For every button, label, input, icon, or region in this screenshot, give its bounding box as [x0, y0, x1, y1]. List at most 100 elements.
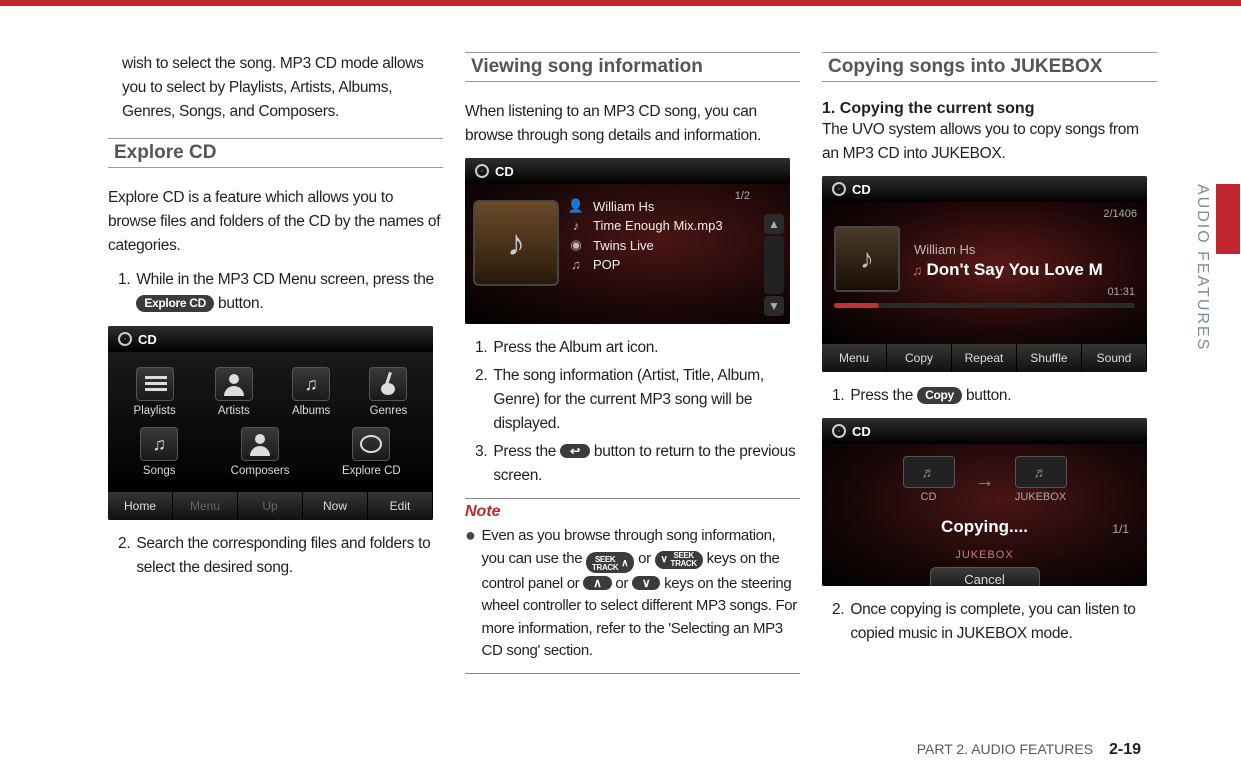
copy-counter: 1/1: [1112, 522, 1129, 536]
btn-sound: Sound: [1082, 344, 1147, 372]
label: Songs: [143, 465, 176, 477]
text: or: [615, 575, 631, 592]
text: William Hs: [593, 199, 654, 214]
explore-cd-icon: [352, 427, 390, 461]
step-number: 2.: [832, 598, 844, 646]
text: button.: [218, 295, 263, 312]
note-icon: ♫: [912, 262, 923, 278]
fig-body: 1/2 👤William Hs ♪Time Enough Mix.mp3 ◉Tw…: [465, 184, 790, 324]
col3-intro-para: The UVO system allows you to copy songs …: [822, 118, 1157, 166]
scroll-up-icon: ▲: [764, 214, 784, 234]
text: POP: [593, 257, 620, 272]
col1-step-1: 1. While in the MP3 CD Menu screen, pres…: [108, 268, 443, 316]
cancel-button: Cancel: [930, 567, 1040, 586]
btn-home: Home: [108, 492, 173, 520]
time-total: 01:31: [1107, 286, 1135, 298]
column-2: Viewing song information When listening …: [465, 52, 800, 678]
disc-icon: [832, 424, 846, 438]
section-explore-cd: Explore CD: [108, 138, 443, 168]
col2-steps: 1.Press the Album art icon. 2.The song i…: [465, 336, 800, 488]
text: Press the: [850, 387, 917, 404]
progress-bar: [834, 303, 1135, 308]
note-title: Note: [465, 503, 800, 521]
scroll-control: ▲ ▼: [764, 214, 784, 316]
icon-row-1: Playlists Artists Albums Genres: [114, 367, 427, 417]
step-text: While in the MP3 CD Menu screen, press t…: [136, 268, 443, 316]
btn-shuffle: Shuffle: [1017, 344, 1082, 372]
label: Explore CD: [342, 465, 401, 477]
col1-steps-2: 2. Search the corresponding files and fo…: [108, 532, 443, 580]
composers-icon: [241, 427, 279, 461]
btn-menu: Menu: [173, 492, 238, 520]
cd-icon: [903, 456, 955, 488]
fig-body: CD → JUKEBOX Copying.... 1/1 JUKEBOX Can…: [822, 444, 1147, 586]
person-icon: 👤: [567, 198, 585, 214]
copy-pill: Copy: [917, 387, 962, 404]
label: Playlists: [134, 405, 176, 417]
fig-title: CD: [495, 164, 514, 179]
jukebox-icon: [1015, 456, 1067, 488]
col2-step-1: 1.Press the Album art icon.: [465, 336, 800, 360]
jukebox-label: JUKEBOX: [832, 549, 1137, 561]
step-text: Search the corresponding files and folde…: [136, 532, 443, 580]
text: Time Enough Mix.mp3: [593, 218, 723, 233]
fig-title: CD: [852, 424, 871, 439]
note-divider-bottom: [465, 673, 800, 674]
page-footer: PART 2. AUDIO FEATURES 2-19: [917, 741, 1141, 759]
col1-lead-para: wish to select the song. MP3 CD mode all…: [108, 52, 443, 124]
page-counter: 1/2: [735, 190, 750, 202]
chevron-down-icon: ∨: [642, 576, 650, 590]
text: Press the: [493, 443, 560, 460]
note-text: Even as you browse through song informat…: [482, 525, 800, 663]
info-title: ♪Time Enough Mix.mp3: [567, 218, 782, 233]
cell-playlists: Playlists: [134, 367, 176, 417]
text: or: [638, 550, 654, 567]
col3-step-2: 2. Once copying is complete, you can lis…: [822, 598, 1157, 646]
col1-steps: 1. While in the MP3 CD Menu screen, pres…: [108, 268, 443, 316]
artist-name: William Hs: [914, 242, 975, 257]
icon-row-2: Songs Composers Explore CD: [114, 427, 427, 477]
track-counter: 2/1406: [1103, 208, 1137, 220]
disc-icon: [832, 182, 846, 196]
explore-cd-pill: Explore CD: [136, 295, 214, 312]
fig-topbar: CD: [465, 158, 790, 184]
step-text: Press the ↩ button to return to the prev…: [493, 440, 800, 488]
figure-copying: CD CD → JUKEBOX Copying.... 1/1 JUKEBOX …: [822, 418, 1147, 586]
playlist-icon: [136, 367, 174, 401]
fig-topbar: CD: [822, 418, 1147, 444]
btn-menu: Menu: [822, 344, 887, 372]
column-1: wish to select the song. MP3 CD mode all…: [108, 52, 443, 678]
col1-intro-para: Explore CD is a feature which allows you…: [108, 186, 443, 258]
back-icon: ↩: [570, 444, 580, 458]
album-art: [834, 226, 900, 292]
text: TRACK: [671, 559, 697, 568]
fig-bottom-bar: Home Menu Up Now Playing Edit: [108, 492, 433, 520]
col2-step-3: 3. Press the ↩ button to return to the p…: [465, 440, 800, 488]
col3-steps-1: 1. Press the Copy button.: [822, 384, 1157, 408]
cell-artists: Artists: [215, 367, 253, 417]
copy-source: CD: [903, 456, 955, 503]
figure-song-info: CD 1/2 👤William Hs ♪Time Enough Mix.mp3 …: [465, 158, 790, 324]
btn-up: Up: [238, 492, 303, 520]
step-text: Press the Album art icon.: [493, 336, 658, 360]
songs-icon: [140, 427, 178, 461]
cell-songs: Songs: [140, 427, 178, 477]
cell-explore-cd: Explore CD: [342, 427, 401, 477]
text: button.: [966, 387, 1011, 404]
text: Don't Say You Love M: [927, 260, 1103, 279]
info-list: 👤William Hs ♪Time Enough Mix.mp3 ◉Twins …: [567, 194, 782, 316]
footer-page: 2-19: [1109, 741, 1141, 758]
step-text: Once copying is complete, you can listen…: [850, 598, 1157, 646]
col3-steps-2: 2. Once copying is complete, you can lis…: [822, 598, 1157, 646]
step-text: The song information (Artist, Title, Alb…: [493, 364, 800, 436]
column-3: Copying songs into JUKEBOX 1. Copying th…: [822, 52, 1157, 678]
side-tab-label: AUDIO FEATURES: [1193, 184, 1211, 351]
col3-subhead: 1. Copying the current song: [822, 100, 1157, 118]
note-divider-top: [465, 498, 800, 499]
chevron-up-icon: ∧: [621, 557, 628, 571]
scroll-track: [764, 236, 784, 295]
scroll-down-icon: ▼: [764, 296, 784, 316]
text: While in the MP3 CD Menu screen, press t…: [136, 271, 434, 288]
step-number: 2.: [118, 532, 130, 580]
disc-icon: [475, 164, 489, 178]
